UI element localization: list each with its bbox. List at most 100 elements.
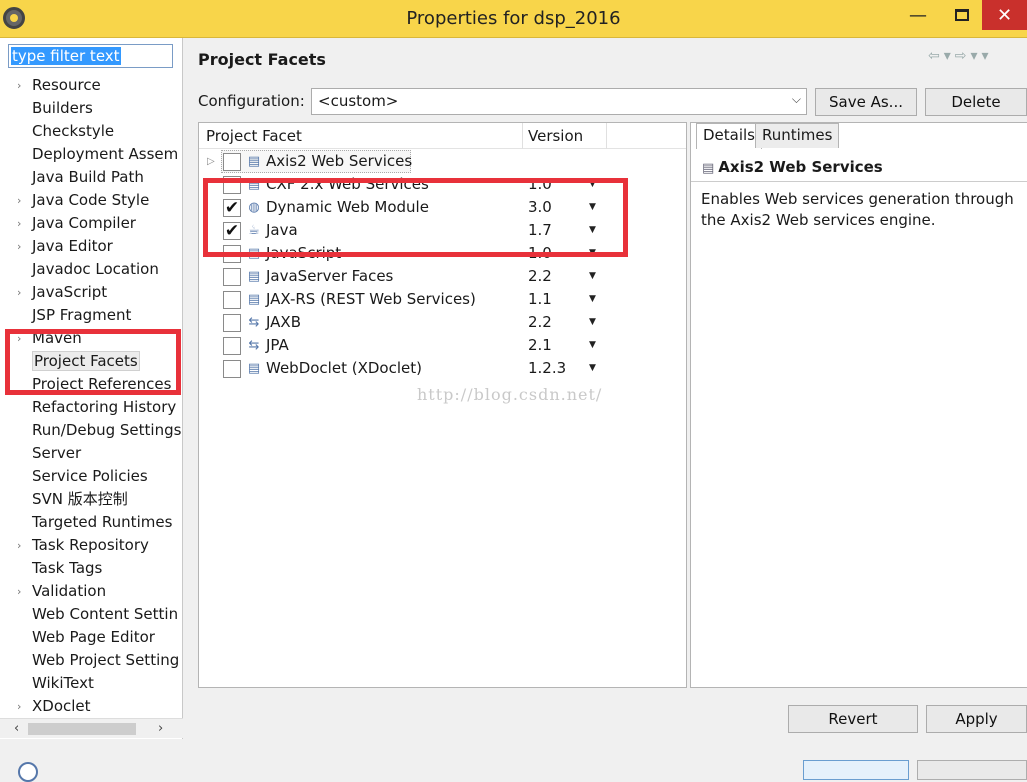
facet-version[interactable]: 2.2 xyxy=(528,265,552,288)
nav-item[interactable]: › Java Editor xyxy=(0,235,183,258)
revert-button[interactable]: Revert xyxy=(788,705,918,733)
tab-details[interactable]: Details xyxy=(696,123,763,149)
configuration-value: <custom> xyxy=(318,92,399,110)
facet-row[interactable]: ⇆ JAXB 2.2 ▼ xyxy=(199,311,686,334)
nav-item[interactable]: Web Page Editor xyxy=(0,626,183,649)
scroll-thumb[interactable] xyxy=(28,723,136,735)
nav-item-label: Web Page Editor xyxy=(32,628,155,646)
close-button[interactable]: ✕ xyxy=(982,0,1027,30)
nav-item[interactable]: › XDoclet xyxy=(0,695,183,718)
nav-item[interactable]: WikiText xyxy=(0,672,183,695)
expand-arrow-icon[interactable]: › xyxy=(17,212,21,235)
nav-item[interactable]: JSP Fragment xyxy=(0,304,183,327)
nav-item[interactable]: Javadoc Location xyxy=(0,258,183,281)
expand-arrow-icon[interactable]: › xyxy=(17,74,21,97)
highlight-box-facets xyxy=(203,178,628,257)
expand-arrow-icon[interactable]: ▷ xyxy=(207,150,215,173)
save-as-button[interactable]: Save As... xyxy=(815,88,917,116)
ok-button[interactable] xyxy=(803,760,909,780)
cancel-button[interactable] xyxy=(917,760,1027,780)
nav-item-label: Run/Debug Settings xyxy=(32,421,182,439)
nav-item-label: Javadoc Location xyxy=(32,260,159,278)
nav-item-label: Targeted Runtimes xyxy=(32,513,173,531)
filter-input[interactable]: type filter text xyxy=(8,44,173,68)
table-header: Project Facet Version xyxy=(199,123,686,149)
history-nav[interactable]: ⇦▾⇨▾▾ xyxy=(928,48,993,64)
nav-item-label: Checkstyle xyxy=(32,122,115,140)
nav-item-label: Web Project Setting xyxy=(32,651,180,669)
nav-item[interactable]: › Java Code Style xyxy=(0,189,183,212)
version-dropdown-icon[interactable]: ▼ xyxy=(589,357,596,380)
nav-item-label: SVN 版本控制 xyxy=(32,490,128,508)
facet-checkbox[interactable] xyxy=(223,337,241,355)
nav-item[interactable]: Java Build Path xyxy=(0,166,183,189)
doc-icon: ▤ xyxy=(247,361,261,376)
expand-arrow-icon[interactable]: › xyxy=(17,695,21,718)
title-bar: Properties for dsp_2016 — ✕ xyxy=(0,0,1027,38)
nav-item-label: Service Policies xyxy=(32,467,148,485)
nav-item[interactable]: › Resource xyxy=(0,74,183,97)
tab-runtimes[interactable]: Runtimes xyxy=(755,123,840,148)
facet-checkbox[interactable] xyxy=(223,314,241,332)
nav-item[interactable]: Web Project Setting xyxy=(0,649,183,672)
facet-row[interactable]: ⇆ JPA 2.1 ▼ xyxy=(199,334,686,357)
nav-item[interactable]: Targeted Runtimes xyxy=(0,511,183,534)
facet-checkbox[interactable] xyxy=(223,360,241,378)
expand-arrow-icon[interactable]: › xyxy=(17,534,21,557)
filter-text: type filter text xyxy=(11,47,121,65)
facet-version[interactable]: 1.2.3 xyxy=(528,357,566,380)
facet-checkbox[interactable] xyxy=(223,153,241,171)
expand-arrow-icon[interactable]: › xyxy=(17,235,21,258)
maximize-button[interactable] xyxy=(940,0,984,30)
facet-row[interactable]: ▤ JAX-RS (REST Web Services) 1.1 ▼ xyxy=(199,288,686,311)
details-description: Enables Web services generation through … xyxy=(701,190,1014,229)
nav-item[interactable]: Web Content Settin xyxy=(0,603,183,626)
scroll-left-icon[interactable]: ‹ xyxy=(14,719,19,739)
horizontal-scrollbar[interactable]: ‹ › xyxy=(0,718,183,738)
nav-item-label: Refactoring History xyxy=(32,398,177,416)
facet-row[interactable]: ▤ WebDoclet (XDoclet) 1.2.3 ▼ xyxy=(199,357,686,380)
scroll-right-icon[interactable]: › xyxy=(158,719,163,739)
facet-checkbox[interactable] xyxy=(223,268,241,286)
facet-row[interactable]: ▤ JavaServer Faces 2.2 ▼ xyxy=(199,265,686,288)
nav-item[interactable]: › Task Repository xyxy=(0,534,183,557)
apply-button[interactable]: Apply xyxy=(926,705,1027,733)
nav-item[interactable]: › Java Compiler xyxy=(0,212,183,235)
facet-row[interactable]: ▷ ▤ Axis2 Web Services xyxy=(199,150,686,173)
expand-arrow-icon[interactable]: › xyxy=(17,580,21,603)
highlight-box-nav xyxy=(5,329,181,395)
nav-item[interactable]: Server xyxy=(0,442,183,465)
nav-item[interactable]: › Validation xyxy=(0,580,183,603)
facet-version[interactable]: 1.1 xyxy=(528,288,552,311)
nav-item[interactable]: Deployment Assem xyxy=(0,143,183,166)
expand-arrow-icon[interactable]: › xyxy=(17,281,21,304)
help-icon[interactable] xyxy=(18,762,38,782)
nav-item[interactable]: Checkstyle xyxy=(0,120,183,143)
nav-item[interactable]: Task Tags xyxy=(0,557,183,580)
column-version[interactable]: Version xyxy=(528,127,583,145)
delete-button[interactable]: Delete xyxy=(925,88,1027,116)
nav-item[interactable]: SVN 版本控制 xyxy=(0,488,183,511)
version-dropdown-icon[interactable]: ▼ xyxy=(589,311,596,334)
nav-item[interactable]: Builders xyxy=(0,97,183,120)
facet-version[interactable]: 2.1 xyxy=(528,334,552,357)
nav-item[interactable]: Refactoring History xyxy=(0,396,183,419)
facet-checkbox[interactable] xyxy=(223,291,241,309)
facet-version[interactable]: 2.2 xyxy=(528,311,552,334)
nav-item[interactable]: › JavaScript xyxy=(0,281,183,304)
version-dropdown-icon[interactable]: ▼ xyxy=(589,265,596,288)
nav-item-label: Java Editor xyxy=(32,237,113,255)
nav-item-label: Builders xyxy=(32,99,93,117)
nav-item-label: Deployment Assem xyxy=(32,145,179,163)
facet-name: WebDoclet (XDoclet) xyxy=(266,359,422,377)
nav-item[interactable]: Run/Debug Settings xyxy=(0,419,183,442)
nav-item[interactable]: Service Policies xyxy=(0,465,183,488)
doc-icon: ▤ xyxy=(702,161,715,176)
version-dropdown-icon[interactable]: ▼ xyxy=(589,334,596,357)
version-dropdown-icon[interactable]: ▼ xyxy=(589,288,596,311)
configuration-select[interactable]: <custom> ⌵ xyxy=(311,88,807,115)
configuration-label: Configuration: xyxy=(198,92,305,110)
expand-arrow-icon[interactable]: › xyxy=(17,189,21,212)
column-project-facet[interactable]: Project Facet xyxy=(206,127,302,145)
minimize-button[interactable]: — xyxy=(896,0,940,30)
